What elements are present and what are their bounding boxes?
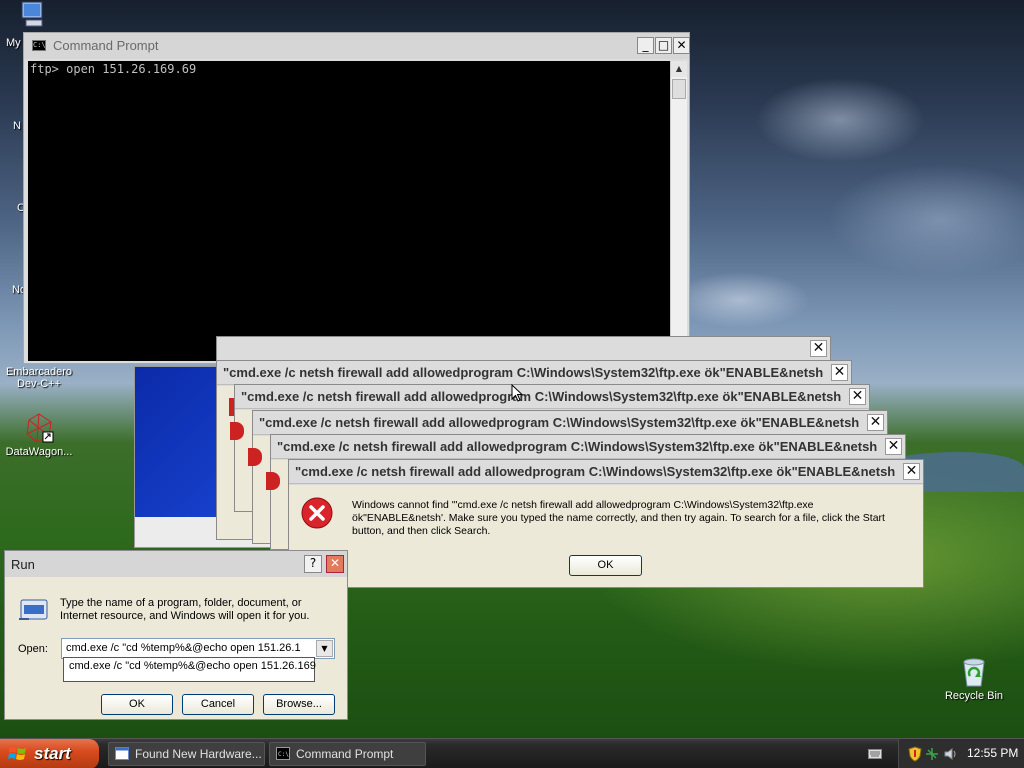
desktop-icon-label: Dev-C++ xyxy=(16,378,62,390)
system-tray: 12:55 PM xyxy=(898,739,1024,768)
svg-text:C:\: C:\ xyxy=(278,751,289,758)
run-titlebar[interactable]: Run ? ✕ xyxy=(5,551,347,577)
dropdown-arrow-icon[interactable]: ▼ xyxy=(316,640,333,657)
error-title: "cmd.exe /c netsh firewall add allowedpr… xyxy=(241,389,842,404)
open-combobox[interactable]: cmd.exe /c "cd %temp%&@echo open 151.26.… xyxy=(61,638,335,659)
close-button[interactable]: ✕ xyxy=(903,463,920,480)
desktop-icon-label: My xyxy=(6,37,21,49)
error-titlebar[interactable]: "cmd.exe /c netsh firewall add allowedpr… xyxy=(253,411,887,435)
autocomplete-item[interactable]: cmd.exe /c "cd %temp%&@echo open 151.26.… xyxy=(69,660,316,672)
volume-icon[interactable] xyxy=(943,747,957,761)
error-message: Windows cannot find '"cmd.exe /c netsh f… xyxy=(352,499,917,538)
computer-icon xyxy=(21,1,43,27)
close-button[interactable]: ✕ xyxy=(326,555,344,573)
close-button[interactable]: ✕ xyxy=(867,414,884,431)
taskbar: start Found New Hardware... C:\ Command … xyxy=(0,738,1024,768)
console-output[interactable]: ftp> open 151.26.169.69 xyxy=(28,61,670,361)
mouse-cursor-icon xyxy=(511,384,523,402)
vertical-scrollbar[interactable]: ▲ ▼ xyxy=(670,61,687,361)
error-title: "cmd.exe /c netsh firewall add allowedpr… xyxy=(295,464,896,479)
console-icon: C:\ xyxy=(276,747,290,760)
error-body: Windows cannot find '"cmd.exe /c netsh f… xyxy=(289,485,923,587)
desktop-icon-2[interactable]: N xyxy=(10,120,24,132)
open-label: Open: xyxy=(18,643,48,655)
keyboard-icon[interactable] xyxy=(868,748,882,760)
command-prompt-window[interactable]: C:\ Command Prompt _ □ ✕ ftp> open 151.2… xyxy=(23,32,690,364)
minimize-button[interactable]: _ xyxy=(637,37,654,54)
maximize-button[interactable]: □ xyxy=(655,37,672,54)
error-titlebar[interactable]: "cmd.exe /c netsh firewall add allowedpr… xyxy=(289,460,923,484)
error-icon xyxy=(230,422,244,440)
run-description-line: Internet resource, and Windows will open… xyxy=(60,610,310,622)
error-x-icon xyxy=(301,497,333,529)
desktop-icon-embarcadero[interactable]: Embarcadero Dev-C++ xyxy=(2,366,76,390)
start-button[interactable]: start xyxy=(0,739,99,768)
security-shield-icon[interactable] xyxy=(908,746,922,762)
error-titlebar[interactable]: "cmd.exe /c netsh firewall add allowedpr… xyxy=(235,385,869,409)
help-button[interactable]: ? xyxy=(304,555,322,573)
taskbar-item-command-prompt[interactable]: C:\ Command Prompt xyxy=(269,742,426,766)
error-title: "cmd.exe /c netsh firewall add allowedpr… xyxy=(223,365,824,380)
datawagon-icon xyxy=(26,413,54,443)
taskbar-item-found-new-hardware[interactable]: Found New Hardware... xyxy=(108,742,265,766)
console-icon: C:\ xyxy=(32,40,46,51)
run-icon xyxy=(19,599,48,620)
clock[interactable]: 12:55 PM xyxy=(967,746,1018,760)
network-icon[interactable] xyxy=(925,747,939,761)
error-title: "cmd.exe /c netsh firewall add allowedpr… xyxy=(259,415,860,430)
run-description-line: Type the name of a program, folder, docu… xyxy=(60,597,302,609)
error-message-line: Windows cannot find '"cmd.exe /c netsh f… xyxy=(352,499,814,511)
desktop-icon-label: DataWagon... xyxy=(5,446,73,458)
browse-button[interactable]: Browse... xyxy=(263,694,335,715)
error-icon xyxy=(266,472,280,490)
window-title: Run xyxy=(11,557,35,572)
scroll-up-arrow-icon[interactable]: ▲ xyxy=(671,61,687,77)
windows-logo-icon xyxy=(8,747,26,760)
run-dialog[interactable]: Run ? ✕ Type the name of a program, fold… xyxy=(4,550,348,720)
console-line: ftp> open 151.26.169.69 xyxy=(30,62,197,76)
desktop-icon-recycle-bin[interactable]: Recycle Bin xyxy=(940,656,1008,702)
ok-button[interactable]: OK xyxy=(569,555,642,576)
desktop-icon-label: Embarcadero xyxy=(5,366,73,378)
desktop-icon-datawagon[interactable]: DataWagon... xyxy=(2,412,76,458)
taskbar-item-label: Command Prompt xyxy=(296,747,394,761)
ok-button[interactable]: OK xyxy=(101,694,173,715)
window-icon xyxy=(115,747,129,760)
error-icon xyxy=(248,448,262,466)
open-input[interactable]: cmd.exe /c "cd %temp%&@echo open 151.26.… xyxy=(66,642,301,654)
recycle-bin-icon xyxy=(963,658,985,687)
error-title: "cmd.exe /c netsh firewall add allowedpr… xyxy=(277,439,878,454)
command-prompt-titlebar[interactable]: C:\ Command Prompt _ □ ✕ xyxy=(24,33,690,59)
error-message-line: button, and then click Search. xyxy=(352,525,491,537)
error-titlebar[interactable]: "cmd.exe /c netsh firewall add allowedpr… xyxy=(271,435,905,459)
scrollbar-thumb[interactable] xyxy=(672,79,686,99)
close-button[interactable]: ✕ xyxy=(885,438,902,455)
window-title: Command Prompt xyxy=(53,38,159,53)
desktop-icon-label: N xyxy=(13,120,21,132)
cancel-button[interactable]: Cancel xyxy=(182,694,254,715)
desktop-icon-label: Recycle Bin xyxy=(944,690,1004,702)
error-message-line: ök"ENABLE&netsh'. Make sure you typed th… xyxy=(352,512,885,524)
desktop-icon-my-computer[interactable]: My xyxy=(4,0,56,49)
run-description: Type the name of a program, folder, docu… xyxy=(60,597,309,623)
close-button[interactable]: ✕ xyxy=(849,388,866,405)
taskbar-item-label: Found New Hardware... xyxy=(135,747,262,761)
error-dialog-front[interactable]: "cmd.exe /c netsh firewall add allowedpr… xyxy=(288,459,924,588)
error-titlebar[interactable]: ✕ xyxy=(217,337,830,361)
close-button[interactable]: ✕ xyxy=(831,364,848,381)
error-titlebar[interactable]: "cmd.exe /c netsh firewall add allowedpr… xyxy=(217,361,851,385)
start-label: start xyxy=(34,744,71,763)
autocomplete-list[interactable]: cmd.exe /c "cd %temp%&@echo open 151.26.… xyxy=(63,657,316,682)
close-button[interactable]: ✕ xyxy=(810,340,827,357)
close-button[interactable]: ✕ xyxy=(673,37,690,54)
